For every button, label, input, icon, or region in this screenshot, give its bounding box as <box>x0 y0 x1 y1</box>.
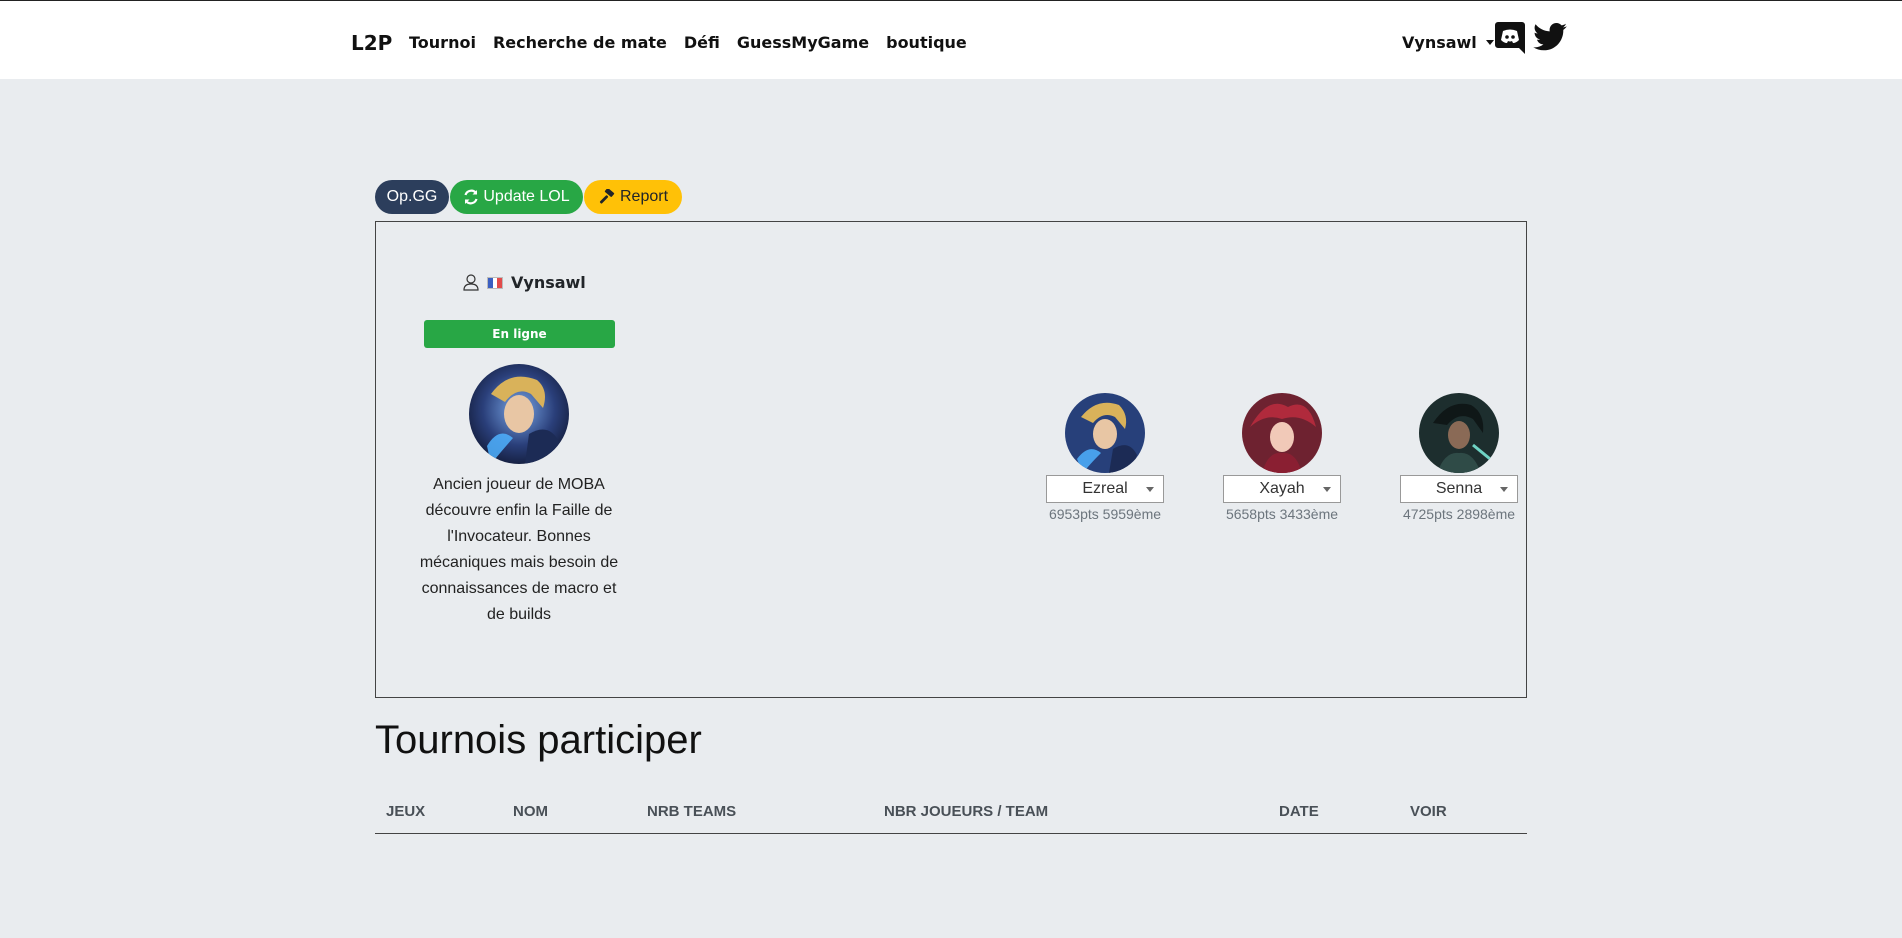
column-header-nbr-joueurs: NBR JOUEURS / TEAM <box>884 803 1049 820</box>
champion-select-senna[interactable]: Senna <box>1400 475 1518 503</box>
column-header-voir: VOIR <box>1410 803 1447 820</box>
nav-links: Tournoi Recherche de mate Défi GuessMyGa… <box>409 33 967 52</box>
champion-card-ezreal: Ezreal 6953pts 5959ème <box>1046 393 1164 522</box>
dropdown-arrow-icon <box>1323 487 1331 492</box>
user-menu-label: Vynsawl <box>1402 33 1477 52</box>
champion-card-senna: Senna 4725pts 2898ème <box>1400 393 1518 522</box>
france-flag-icon <box>487 276 503 289</box>
champion-avatar <box>1065 393 1145 473</box>
champion-select-xayah[interactable]: Xayah <box>1223 475 1341 503</box>
tournaments-table-header: JEUX NOM NRB TEAMS NBR JOUEURS / TEAM DA… <box>375 790 1527 834</box>
dropdown-arrow-icon <box>1146 487 1154 492</box>
nav-link-boutique[interactable]: boutique <box>886 33 967 52</box>
champion-select-value: Xayah <box>1259 480 1305 497</box>
caret-down-icon <box>1485 40 1494 45</box>
champion-select-ezreal[interactable]: Ezreal <box>1046 475 1164 503</box>
twitter-icon[interactable] <box>1533 23 1567 51</box>
column-header-nrb-teams: NRB TEAMS <box>647 803 737 820</box>
user-menu-dropdown[interactable]: Vynsawl <box>1402 33 1494 52</box>
refresh-icon <box>464 189 478 205</box>
nav-link-recherche-de-mate[interactable]: Recherche de mate <box>493 33 667 52</box>
profile-name: Vynsawl <box>511 273 586 292</box>
champion-avatar <box>1419 393 1499 473</box>
profile-avatar <box>469 364 569 464</box>
champion-stats: 5658pts 3433ème <box>1225 506 1339 522</box>
nav-link-guessmygame[interactable]: GuessMyGame <box>737 33 869 52</box>
opgg-button-label: Op.GG <box>386 188 438 205</box>
champion-select-value: Ezreal <box>1082 480 1128 497</box>
nav-link-tournoi[interactable]: Tournoi <box>409 33 476 52</box>
nav-link-defi[interactable]: Défi <box>684 33 720 52</box>
update-lol-button-label: Update LOL <box>483 188 570 205</box>
navbar: L2P Tournoi Recherche de mate Défi Guess… <box>0 0 1902 79</box>
report-button[interactable]: Report <box>584 180 682 214</box>
report-button-label: Report <box>619 188 669 205</box>
profile-bio: Ancien joueur de MOBA découvre enfin la … <box>419 476 619 623</box>
status-badge: En ligne <box>424 320 615 348</box>
opgg-button[interactable]: Op.GG <box>375 180 449 214</box>
column-header-date: DATE <box>1279 803 1319 820</box>
update-lol-button[interactable]: Update LOL <box>450 180 583 214</box>
champion-card-xayah: Xayah 5658pts 3433ème <box>1223 393 1341 522</box>
gavel-icon <box>599 189 615 204</box>
brand-logo[interactable]: L2P <box>351 31 392 55</box>
discord-icon[interactable] <box>1495 22 1525 54</box>
champion-avatar <box>1242 393 1322 473</box>
tournaments-title: Tournois participer <box>375 718 702 762</box>
profile-name-row: Vynsawl <box>463 273 586 292</box>
user-icon <box>463 274 479 291</box>
champion-stats: 4725pts 2898ème <box>1402 506 1516 522</box>
champion-stats: 6953pts 5959ème <box>1048 506 1162 522</box>
column-header-nom: NOM <box>513 803 548 820</box>
champion-select-value: Senna <box>1435 480 1483 497</box>
dropdown-arrow-icon <box>1500 487 1508 492</box>
column-header-jeux: JEUX <box>386 803 426 820</box>
